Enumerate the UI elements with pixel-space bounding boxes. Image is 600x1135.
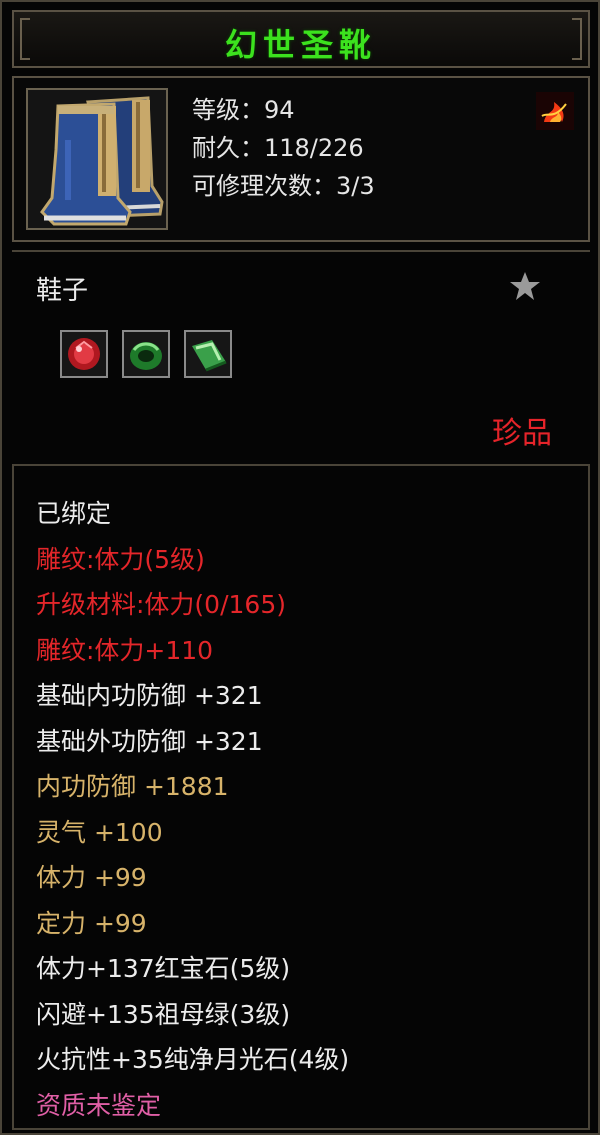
socket-1[interactable]: [60, 330, 108, 378]
socket-3[interactable]: [184, 330, 232, 378]
durability-text: 耐久：118/226: [192, 134, 364, 162]
socket-2[interactable]: [122, 330, 170, 378]
fire-icon: [536, 92, 574, 130]
attribute-line: 闪避+135祖母绿(3级): [36, 999, 291, 1029]
red-gem-icon: [68, 338, 100, 370]
attribute-line: 基础内功防御 +321: [36, 681, 263, 710]
item-name: 幻世圣靴: [224, 26, 377, 64]
attribute-line: 火抗性+35纯净月光石(4级): [36, 1045, 350, 1074]
attribute-line: 资质未鉴定: [36, 1090, 162, 1120]
attribute-line: 升级材料:体力(0/165): [36, 590, 286, 619]
star-icon: [510, 272, 540, 300]
attribute-line: 雕纹:体力(5级): [36, 544, 205, 574]
attribute-line: 灵气 +100: [36, 817, 163, 847]
level-text: 等级：94: [192, 96, 295, 124]
boots-icon: [28, 90, 166, 228]
rarity-label: 珍品: [492, 416, 552, 451]
attribute-line: 定力 +99: [36, 908, 147, 938]
title-bar: 幻世圣靴: [12, 10, 590, 68]
attribute-line: 内功防御 +1881: [36, 772, 229, 801]
attribute-line: 雕纹:体力+110: [36, 635, 214, 665]
attribute-line: 已绑定: [36, 499, 112, 528]
attribute-line: 体力+137红宝石(5级): [36, 954, 291, 983]
green-ring-gem-icon: [130, 342, 162, 370]
repair-count-text: 可修理次数：3/3: [192, 172, 375, 200]
item-tooltip: 幻世圣靴 等级：94 耐久：118/226 可修理次数：3/3 鞋子 珍品 已绑…: [0, 0, 600, 1135]
attribute-line: 体力 +99: [36, 863, 147, 892]
item-icon-frame: [26, 88, 168, 230]
green-jade-icon: [192, 340, 227, 372]
item-category: 鞋子: [36, 276, 89, 306]
attribute-line: 基础外功防御 +321: [36, 726, 263, 756]
item-header: 等级：94 耐久：118/226 可修理次数：3/3: [12, 76, 590, 252]
